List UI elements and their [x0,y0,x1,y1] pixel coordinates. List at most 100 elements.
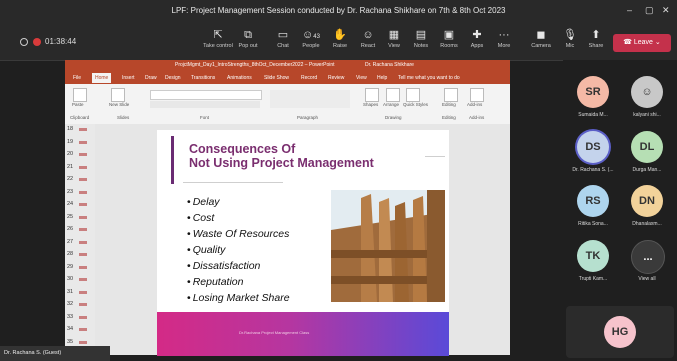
slide-thumbnail-number[interactable]: 20 [67,151,73,157]
paste-button[interactable] [73,88,87,102]
avatar[interactable]: DS [577,131,609,163]
slide-thumbnail[interactable] [79,203,87,206]
camera-button[interactable]: ◼ Camera [526,27,556,49]
tab-draw[interactable]: Draw [145,75,157,81]
meeting-timer: 01:38:44 [45,37,77,46]
slide-thumbnail-number[interactable]: 28 [67,251,73,257]
current-slide[interactable]: Consequences Of Not Using Project Manage… [157,130,449,356]
slide-thumbnail-number[interactable]: 18 [67,126,73,132]
powerpoint-title-bar: ProjctMgmt_Day1_IntroStrengths_8thOct_De… [65,60,510,72]
slide-thumbnail-number[interactable]: 33 [67,314,73,320]
add-ins-button[interactable] [470,88,484,102]
slide-thumbnail-number[interactable]: 22 [67,176,73,182]
font-controls[interactable] [150,90,262,100]
slide-thumbnail-number[interactable]: 32 [67,301,73,307]
tab-design[interactable]: Design [165,75,181,81]
pop-out-button[interactable]: ⧉ Pop out [233,27,263,49]
list-item: Cost [187,210,290,226]
slide-thumbnail[interactable] [79,253,87,256]
shield-icon [20,38,28,46]
font-format-buttons[interactable] [150,101,260,108]
slide-thumbnail[interactable] [79,165,87,169]
view-button[interactable]: ▦ View [379,27,409,49]
tab-review[interactable]: Review [328,75,344,81]
slide-thumbnail[interactable] [79,228,87,231]
slide-thumbnail-number[interactable]: 21 [67,164,73,170]
slide-thumbnail-number[interactable]: 26 [67,226,73,232]
arrange-button[interactable] [386,88,400,102]
ribbon-tabs: File Home Insert Draw Design Transitions… [65,72,510,84]
slide-thumbnail[interactable] [79,190,87,194]
apps-button[interactable]: ✚ Apps [462,27,492,49]
chat-button[interactable]: ▭ Chat [268,27,298,49]
slide-thumbnail[interactable] [79,265,87,269]
more-button[interactable]: ··· More [489,27,519,49]
participant-tile-hg[interactable]: HG [566,306,674,358]
tab-home[interactable]: Home [92,73,112,83]
camera-icon: ◼ [536,29,546,41]
people-icon: ☺43 [302,29,320,41]
quick-styles-button[interactable] [406,88,420,102]
powerpoint-window: ProjctMgmt_Day1_IntroStrengths_8thOct_De… [65,60,510,356]
slide-thumbnail-number[interactable]: 31 [67,289,73,295]
avatar[interactable]: DL [631,131,663,163]
people-button[interactable]: ☺43 People [296,27,326,49]
slide-thumbnail[interactable] [79,178,87,181]
tab-view[interactable]: View [356,75,367,81]
slide-thumbnail-number[interactable]: 27 [67,239,73,245]
notes-button[interactable]: ▤ Notes [406,27,436,49]
tab-animations[interactable]: Animations [227,75,252,81]
view-all-button[interactable]: ... [631,240,665,274]
tab-transitions[interactable]: Transitions [191,75,215,81]
slide-thumbnail[interactable] [79,128,87,131]
paragraph-controls[interactable] [270,90,350,108]
slide-thumbnail[interactable] [79,303,87,306]
maximize-icon[interactable]: ▢ [645,5,654,16]
slide-thumbnail[interactable] [79,328,87,331]
tab-slide-show[interactable]: Slide Show [264,75,289,81]
editing-button[interactable] [444,88,458,102]
presenter-label-bar: Dr. Rachana S. (Guest) [0,346,110,361]
tab-file[interactable]: File [73,75,81,81]
avatar[interactable]: RS [577,185,609,217]
new-slide-button[interactable] [111,88,125,102]
slide-thumbnail[interactable] [79,140,87,144]
avatar[interactable]: SR [577,76,609,108]
tab-help[interactable]: Help [377,75,387,81]
slide-thumbnail-number[interactable]: 29 [67,264,73,270]
tab-record[interactable]: Record [301,75,317,81]
shapes-button[interactable] [365,88,379,102]
minimize-icon[interactable]: – [627,5,632,15]
close-icon[interactable]: ✕ [662,5,670,16]
raise-hand-button[interactable]: ✋ Raise [325,27,355,49]
more-icon: ··· [498,29,510,41]
leave-button[interactable]: ☎ Leave ⌄ [613,34,671,52]
take-control-button[interactable]: ⇱ Take control [203,27,233,49]
slide-thumbnail[interactable] [79,240,87,244]
slide-thumbnail-number[interactable]: 23 [67,189,73,195]
slide-thumbnail-number[interactable]: 34 [67,326,73,332]
bullet-list: Delay Cost Waste Of Resources Quality Di… [187,194,290,306]
slide-thumbnail-number[interactable]: 19 [67,139,73,145]
slide-thumbnail[interactable] [79,153,87,156]
tab-insert[interactable]: Insert [122,75,135,81]
slide-thumbnail[interactable] [79,215,87,219]
rooms-button[interactable]: ▣ Rooms [434,27,464,49]
slide-thumbnail[interactable] [79,340,87,344]
slide-thumbnail-number[interactable]: 24 [67,201,73,207]
slide-thumbnail-number[interactable]: 35 [67,339,73,345]
slide-thumbnail[interactable] [79,315,87,319]
participant-name: View all [638,276,656,282]
share-button[interactable]: ⬆ Share [581,27,611,49]
slide-thumbnail-pane[interactable]: 18 19 20 21 22 23 24 25 26 27 28 29 30 31 32 33 34 35 [65,124,95,355]
footer-gradient-band: Dr.Rachana Project Management Class [157,312,449,356]
slide-thumbnail-number[interactable]: 25 [67,214,73,220]
slide-thumbnail[interactable] [79,278,87,281]
tell-me-search[interactable]: Tell me what you want to do [398,75,460,81]
avatar[interactable]: TK [577,240,609,272]
chevron-down-icon[interactable]: ⌄ [655,39,661,46]
slide-thumbnail[interactable] [79,290,87,294]
slide-thumbnail-number[interactable]: 30 [67,276,73,282]
avatar[interactable]: DN [631,185,663,217]
person-icon[interactable]: ☺ [631,76,663,108]
